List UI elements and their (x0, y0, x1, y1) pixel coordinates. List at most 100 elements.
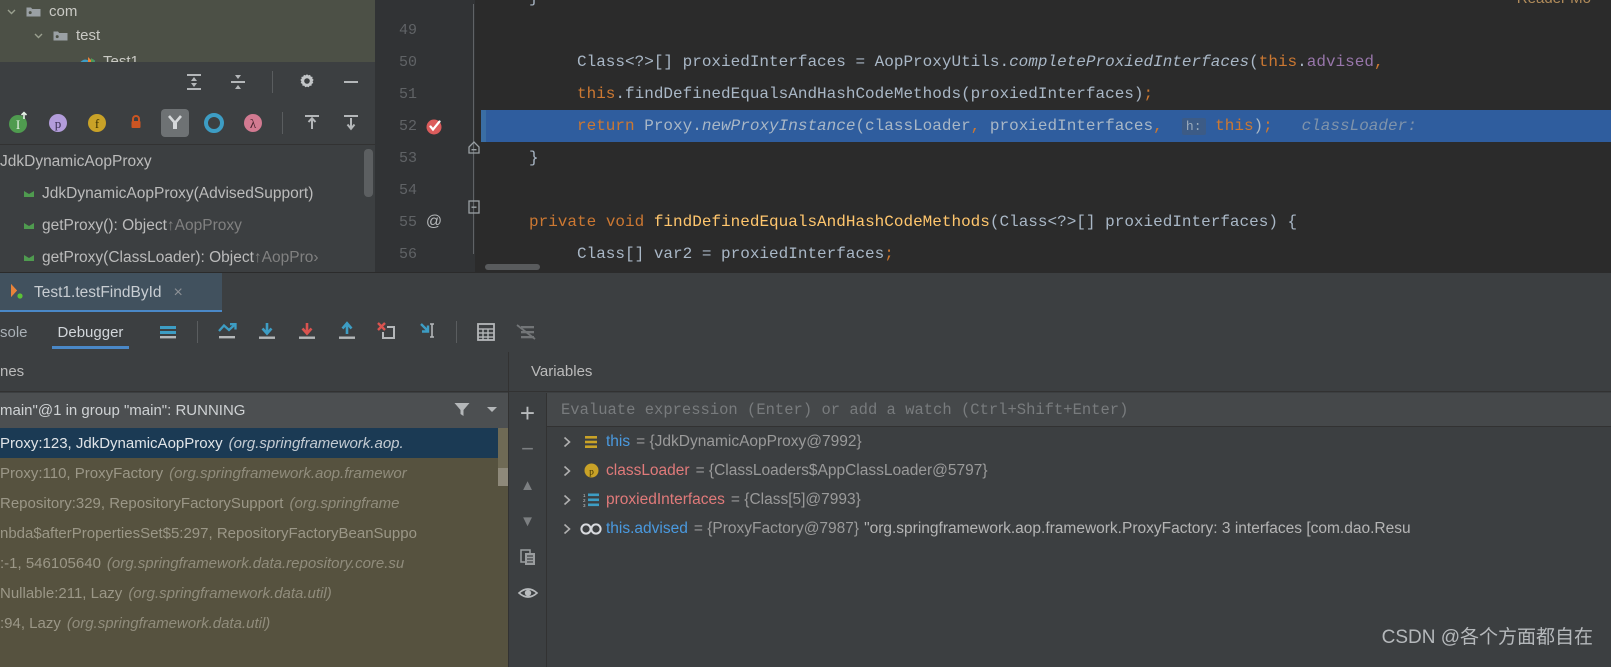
structure-item-class[interactable]: JdkDynamicAopProxy (0, 146, 375, 178)
show-non-public-lock-icon[interactable] (122, 109, 150, 137)
structure-toolbar-top (0, 62, 375, 102)
evaluate-expression-input[interactable]: Evaluate expression (Enter) or add a wat… (547, 393, 1611, 427)
show-execution-point-icon[interactable] (208, 313, 246, 351)
structure-list[interactable]: JdkDynamicAopProxy JdkDynamicAopProxy(Ad… (0, 146, 375, 272)
code-editor[interactable]: Reader Mo 49 50 51 52 53 54 55 @ 5 (375, 0, 1611, 272)
project-tree-item-test1[interactable]: Test1 (0, 50, 139, 62)
tab-debugger[interactable]: Debugger (44, 312, 138, 352)
toolbar-separator (197, 321, 199, 343)
code-line-56: Class[] var2 = proxiedInterfaces; (577, 245, 894, 263)
project-tree-item-test[interactable]: test (0, 24, 100, 47)
method-icon (22, 178, 36, 210)
show-fields-icon[interactable]: f (83, 109, 111, 137)
variable-name: this (606, 432, 631, 450)
frame-method: Proxy:123, JdkDynamicAopProxy (0, 434, 223, 452)
evaluate-expression-icon[interactable] (467, 313, 505, 351)
frame-row[interactable]: :94, Lazy (org.springframework.data.util… (0, 608, 508, 638)
expand-all-icon[interactable] (180, 68, 208, 96)
scroll-to-source-icon[interactable] (337, 109, 365, 137)
line-number: 49 (398, 21, 417, 39)
step-over-icon[interactable] (248, 313, 286, 351)
sort-by-type-icon[interactable]: I (5, 109, 33, 137)
editor-fold-column[interactable] (467, 0, 481, 272)
structure-item-getproxy-classloader[interactable]: getProxy(ClassLoader): Object ↑AopPro› (0, 242, 375, 272)
minimize-icon[interactable] (337, 68, 365, 96)
run-to-cursor-icon[interactable] (408, 313, 446, 351)
watch-placeholder: Evaluate expression (Enter) or add a wat… (561, 400, 1129, 419)
structure-scrollbar[interactable] (364, 149, 373, 197)
variables-side-toolbar: + − ▲ ▼ (509, 393, 547, 667)
frame-row[interactable]: Nullable:211, Lazy (org.springframework.… (0, 578, 508, 608)
frame-method: Nullable:211, Lazy (0, 584, 123, 602)
show-properties-icon[interactable]: p (44, 109, 72, 137)
method-icon (22, 242, 36, 272)
force-step-into-icon[interactable] (368, 313, 406, 351)
frame-row[interactable]: Repository:329, RepositoryFactorySupport… (0, 488, 508, 518)
chevron-right-icon[interactable] (555, 494, 579, 506)
line-number: 54 (398, 181, 417, 199)
svg-text:f: f (95, 116, 100, 131)
project-tree-item-com[interactable]: com (0, 0, 77, 23)
frame-method: Repository:329, RepositoryFactorySupport (0, 494, 284, 512)
watch-icon (579, 514, 603, 543)
collapse-all-icon[interactable] (224, 68, 252, 96)
chevron-right-icon[interactable] (555, 523, 579, 535)
frame-package: (org.springframe (289, 494, 400, 512)
show-anonymous-classes-icon[interactable] (200, 109, 228, 137)
step-out-icon[interactable] (328, 313, 366, 351)
frame-package: (org.springframework.data.repository.cor… (106, 554, 405, 572)
remove-watch-icon[interactable]: − (513, 434, 543, 464)
move-up-icon[interactable]: ▲ (513, 470, 543, 500)
structure-item-constructor[interactable]: JdkDynamicAopProxy(AdvisedSupport) (0, 178, 375, 210)
project-tree-panel[interactable]: com test Test1 (0, 0, 375, 62)
variable-row-this[interactable]: this = {JdkDynamicAopProxy@7992} (547, 427, 1611, 456)
editor-code-area[interactable]: } Class<?>[] proxiedInterfaces = AopProx… (481, 0, 1611, 272)
frame-package: (org.springframework.aop.framewor (169, 464, 407, 482)
move-down-icon[interactable]: ▼ (513, 506, 543, 536)
step-into-icon[interactable] (288, 313, 326, 351)
frame-row[interactable]: :-1, 546105640 (org.springframework.data… (0, 548, 508, 578)
chevron-right-icon[interactable] (555, 436, 579, 448)
chevron-right-icon[interactable] (555, 465, 579, 477)
frame-row[interactable]: Proxy:123, JdkDynamicAopProxy (org.sprin… (0, 428, 508, 458)
frame-row[interactable]: nbda$afterPropertiesSet$5:297, Repositor… (0, 518, 508, 548)
add-watch-icon[interactable]: + (513, 398, 543, 428)
variable-row-this-advised[interactable]: this.advised = {ProxyFactory@7987} "org.… (547, 514, 1611, 543)
variable-row-proxiedinterfaces[interactable]: 1 2 3 proxiedInterfaces = {Class[5]@7993… (547, 485, 1611, 514)
editor-horizontal-scrollbar[interactable] (485, 264, 540, 270)
run-tab-test1[interactable]: Test1.testFindById × (0, 273, 222, 313)
execution-line-marker (481, 110, 486, 142)
layout-settings-icon[interactable] (149, 313, 187, 351)
chevron-down-icon[interactable] (27, 30, 49, 41)
inspect-eye-icon[interactable] (513, 578, 543, 608)
show-inherited-icon[interactable] (161, 109, 189, 137)
code-line-52[interactable]: return Proxy. newProxyInstance (classLoade… (481, 110, 1611, 142)
frame-row[interactable]: Proxy:110, ProxyFactory (org.springframe… (0, 458, 508, 488)
gear-icon[interactable] (293, 68, 321, 96)
scroll-from-source-icon[interactable] (298, 109, 326, 137)
frames-scrollbar[interactable] (498, 428, 508, 468)
chevron-down-icon[interactable] (0, 6, 22, 17)
filter-icon[interactable] (452, 399, 472, 423)
breakpoint-icon[interactable] (420, 117, 448, 136)
fold-end-icon[interactable] (467, 140, 481, 163)
editor-gutter[interactable]: 49 50 51 52 53 54 55 @ 56 (375, 0, 475, 272)
toolbar-separator (282, 112, 283, 134)
fold-start-icon[interactable] (467, 198, 481, 221)
annotation-marker-icon[interactable]: @ (420, 213, 448, 231)
mute-breakpoints-icon[interactable] (507, 313, 545, 351)
variable-string-value: "org.springframework.aop.framework.Proxy… (864, 519, 1411, 537)
frames-scrollbar-thumb[interactable] (498, 468, 508, 486)
thread-selector[interactable]: main"@1 in group "main": RUNNING (0, 393, 508, 428)
structure-item-getproxy[interactable]: getProxy(): Object ↑AopProxy (0, 210, 375, 242)
debugger-body: nes main"@1 in group "main": RUNNING Pro… (0, 352, 1611, 667)
close-icon[interactable]: × (174, 284, 183, 302)
copy-value-icon[interactable] (513, 542, 543, 572)
structure-item-label: getProxy(): Object (42, 217, 167, 234)
chevron-down-icon[interactable] (484, 401, 500, 421)
tab-console[interactable]: sole (0, 312, 42, 352)
variable-row-classloader[interactable]: p classLoader = {ClassLoaders$AppClassLo… (547, 456, 1611, 485)
show-lambdas-icon[interactable]: λ (239, 109, 267, 137)
frames-list[interactable]: Proxy:123, JdkDynamicAopProxy (org.sprin… (0, 428, 508, 667)
